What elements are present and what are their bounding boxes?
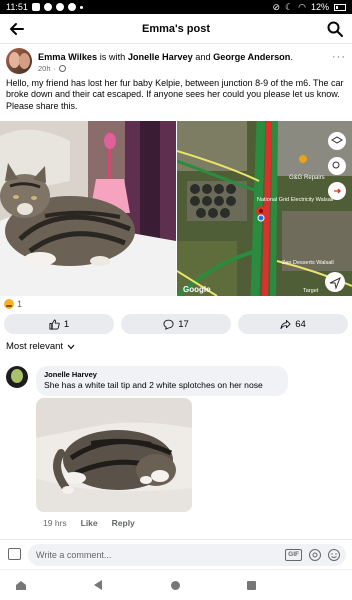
sync-icon: [55, 3, 64, 11]
comment-time: 19 hrs: [43, 518, 67, 528]
search-icon[interactable]: [326, 20, 344, 38]
dot-separator: ·: [53, 64, 57, 73]
map-graphic: G&G Repairs National Grid Electricity Wa…: [177, 121, 352, 296]
post-actions: 1 17 64: [4, 314, 348, 334]
like-count: 1: [63, 318, 70, 330]
mention-icon[interactable]: [308, 548, 322, 562]
reaction-summary[interactable]: 1: [4, 297, 22, 311]
map-label-zen: Zen Desserts Walsall: [282, 260, 334, 266]
post-text: Hello, my friend has lost her fur baby K…: [6, 78, 344, 111]
post-meta: 20h ·: [38, 64, 67, 73]
sad-reaction-icon: [4, 299, 14, 309]
nav-recents-icon[interactable]: [247, 581, 256, 590]
like-icon: [49, 319, 60, 329]
comment-photo-graphic: [36, 398, 192, 512]
map-label-grid: National Grid Electricity Walsall: [257, 197, 333, 203]
cat-photo[interactable]: [0, 121, 176, 296]
comment-bubble: Jonelle Harvey She has a white tail tip …: [36, 366, 288, 396]
post-header: Emma's post: [0, 14, 352, 44]
map-layers-button[interactable]: [328, 132, 346, 150]
share-icon: [280, 319, 291, 329]
cat-photo-graphic: [0, 121, 176, 296]
comment-photo[interactable]: [36, 398, 192, 512]
comment-meta: 19 hrs Like Reply: [43, 518, 135, 528]
author-avatar[interactable]: [6, 48, 32, 74]
share-count: 64: [295, 318, 306, 330]
comment-icon: [163, 319, 174, 330]
tagged-user-2[interactable]: George Anderson: [213, 52, 290, 62]
author-name[interactable]: Emma Wilkes: [38, 52, 97, 62]
moon-icon: ☾: [285, 1, 294, 12]
comment-composer: GIF: [0, 539, 352, 569]
map-navigate-button[interactable]: [325, 272, 345, 292]
map-label-gg: G&G Repairs: [289, 175, 325, 181]
comment-input[interactable]: [28, 544, 268, 566]
period: .: [290, 52, 293, 62]
map-search-button[interactable]: [328, 157, 346, 175]
emoji-icon[interactable]: [327, 548, 341, 562]
comment-sort-dropdown[interactable]: Most relevant: [6, 341, 75, 352]
chat-icon: [67, 3, 76, 11]
nav-back-icon[interactable]: [94, 580, 102, 590]
sort-label: Most relevant: [6, 341, 64, 352]
more-notifications-icon: [79, 5, 83, 9]
tagged-user-1[interactable]: Jonelle Harvey: [128, 52, 193, 62]
mute-icon: ⊘: [272, 1, 281, 12]
share-button[interactable]: 64: [238, 314, 348, 334]
status-time: 11:51: [6, 2, 28, 12]
battery-icon: [334, 3, 346, 11]
post-time[interactable]: 20h: [38, 64, 51, 73]
messenger-icon: [43, 3, 52, 11]
more-options-icon[interactable]: ···: [332, 51, 346, 63]
map-screenshot[interactable]: G&G Repairs National Grid Electricity Wa…: [177, 121, 352, 296]
commenter-name[interactable]: Jonelle Harvey: [44, 370, 280, 380]
comment-like-button[interactable]: Like: [81, 518, 98, 528]
home-icon[interactable]: [15, 580, 27, 591]
author-line: Emma Wilkes is with Jonelle Harvey and G…: [38, 52, 328, 63]
map-label-target: Target: [303, 288, 319, 294]
post-author-row: Emma Wilkes is with Jonelle Harvey and G…: [0, 44, 352, 78]
notification-icon: [31, 3, 40, 11]
wifi-icon: ◠: [298, 1, 306, 12]
arrow-left-icon[interactable]: [8, 20, 26, 38]
and-text: and: [195, 52, 211, 62]
commenter-avatar[interactable]: [6, 366, 28, 388]
nav-home-circle-icon[interactable]: [171, 581, 180, 590]
system-nav-bar: [0, 569, 352, 600]
camera-icon[interactable]: [8, 548, 21, 560]
reaction-count: 1: [17, 299, 23, 309]
status-bar: 11:51 ⊘ ☾ ◠ 12%: [0, 0, 352, 14]
is-with-text: is with: [99, 52, 126, 62]
chevron-down-icon: [67, 344, 75, 349]
page-title: Emma's post: [141, 22, 211, 35]
comment-input-box: GIF: [28, 544, 346, 566]
comment-reply-button[interactable]: Reply: [112, 518, 135, 528]
map-directions-button[interactable]: [328, 182, 346, 200]
comment-count: 17: [178, 318, 189, 330]
gif-button[interactable]: GIF: [285, 549, 302, 561]
globe-icon: [59, 65, 67, 72]
comment-text: She has a white tail tip and 2 white spl…: [44, 380, 263, 390]
battery-percent: 12%: [310, 2, 329, 12]
comment-button[interactable]: 17: [121, 314, 231, 334]
map-label-google: Google: [183, 285, 211, 294]
like-button[interactable]: 1: [4, 314, 114, 334]
